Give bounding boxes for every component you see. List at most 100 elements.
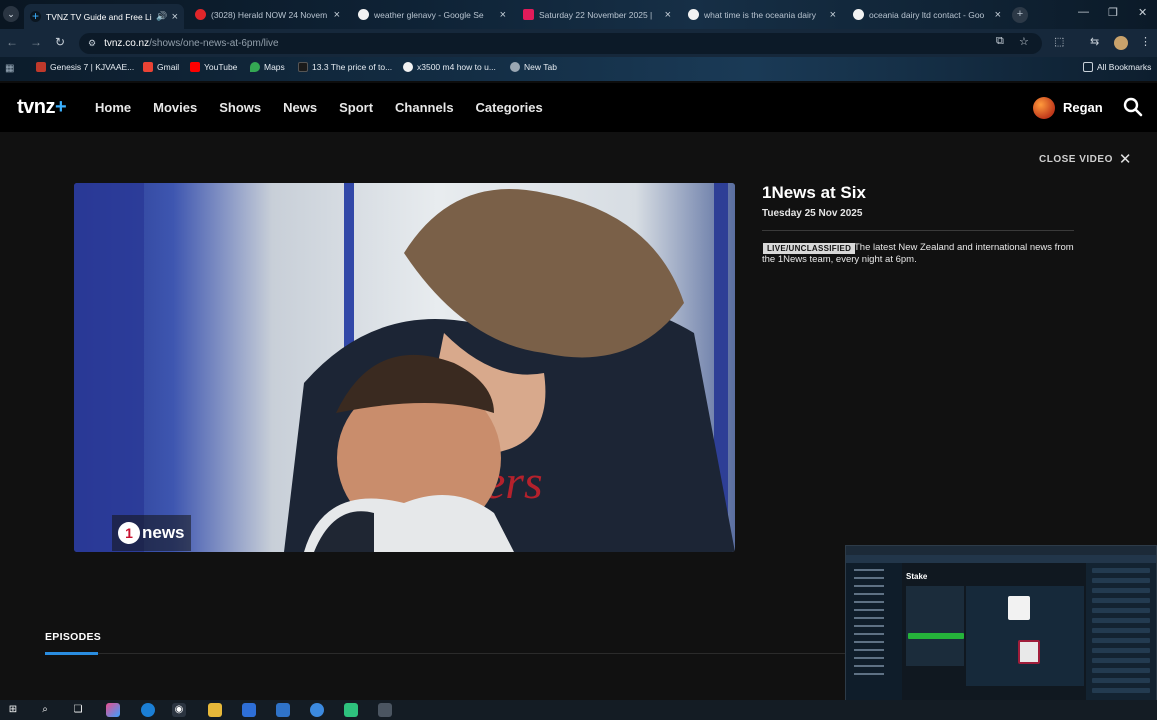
close-tab-icon[interactable]: × — [995, 9, 1001, 21]
bookmark-price[interactable]: 13.3 The price of to... — [298, 62, 392, 72]
site-header: tvnz+ Home Movies Shows News Sport Chann… — [0, 83, 1157, 132]
tab-episodes[interactable]: EPISODES — [45, 631, 101, 643]
logo-plus: + — [55, 96, 67, 118]
browser-tab-saturday[interactable]: Saturday 22 November 2025 | × — [517, 4, 677, 25]
nav-channels[interactable]: Channels — [395, 100, 454, 115]
bookmark-favicon-icon — [36, 62, 46, 72]
close-tab-icon[interactable]: × — [334, 9, 340, 21]
pip-window[interactable]: Stake — [845, 545, 1157, 713]
bookmark-x3500[interactable]: x3500 m4 how to u... — [403, 62, 496, 72]
file-explorer-icon[interactable] — [208, 703, 222, 717]
close-tab-icon[interactable]: × — [500, 9, 506, 21]
close-window-icon[interactable]: ✕ — [1138, 6, 1147, 19]
bookmarks-bar: ▦ Genesis 7 | KJVAAE... Gmail YouTube Ma… — [0, 57, 1157, 81]
video-frame-image: ers — [74, 183, 735, 552]
menu-kebab-icon[interactable]: ⋮ — [1140, 35, 1151, 48]
store-icon[interactable] — [242, 703, 256, 717]
windows-start-icon[interactable]: ⊞ — [6, 703, 20, 717]
1news-watermark: 1 news — [112, 515, 191, 551]
nav-categories[interactable]: Categories — [476, 100, 543, 115]
nav-home[interactable]: Home — [95, 100, 131, 115]
bookmark-maps[interactable]: Maps — [250, 62, 285, 72]
browser-tab-oceania-contact[interactable]: oceania dairy ltd contact - Goo × — [847, 4, 1007, 25]
all-bookmarks[interactable]: All Bookmarks — [1083, 62, 1151, 72]
tabs-underline — [45, 653, 845, 654]
video-favicon-icon — [523, 9, 534, 20]
close-icon: ✕ — [1118, 151, 1132, 168]
1news-logo-icon: 1 — [118, 522, 140, 544]
close-tab-icon[interactable]: × — [665, 9, 671, 21]
minimize-icon[interactable]: — — [1078, 6, 1089, 18]
new-tab-icon[interactable]: + — [1012, 7, 1028, 23]
tab-title: what time is the oceania dairy — [704, 9, 816, 20]
taskbar: ⊞ ⌕ ❏ ◉ — [0, 700, 1157, 720]
all-bookmarks-label: All Bookmarks — [1097, 62, 1152, 72]
nav-news[interactable]: News — [283, 100, 317, 115]
bookmark-label: Gmail — [157, 62, 180, 72]
close-tab-icon[interactable]: × — [172, 11, 178, 23]
camera-icon[interactable] — [378, 703, 392, 717]
forward-icon[interactable]: → — [30, 35, 42, 49]
user-avatar[interactable] — [1033, 97, 1055, 119]
gmail-icon — [143, 62, 153, 72]
bookmark-label: YouTube — [204, 62, 238, 72]
bookmark-new-tab[interactable]: New Tab — [510, 62, 557, 72]
google-icon — [403, 62, 413, 72]
youtube-favicon-icon — [195, 9, 206, 20]
new-tab-favicon-icon — [510, 62, 520, 72]
tab-favicon-icon: + — [30, 9, 41, 23]
user-name[interactable]: Regan — [1063, 100, 1103, 115]
app-icon[interactable] — [344, 703, 358, 717]
edge-icon[interactable] — [141, 703, 155, 717]
bookmark-label: 13.3 The price of to... — [312, 62, 393, 72]
browser-tab-weather[interactable]: weather glenavy - Google Se × — [352, 4, 512, 25]
show-title: 1News at Six — [762, 183, 866, 202]
bookmark-gmail[interactable]: Gmail — [143, 62, 179, 72]
close-video-button[interactable]: CLOSE VIDEO ✕ — [1039, 150, 1132, 168]
show-date: Tuesday 25 Nov 2025 — [762, 208, 863, 219]
pip-addressbar — [846, 555, 1156, 563]
tab-title: weather glenavy - Google Se — [374, 9, 484, 20]
tab-search-menu-icon[interactable]: ⌄ — [3, 6, 19, 22]
bookmark-label: Genesis 7 | KJVAAE... — [50, 62, 135, 72]
browser-tab-strip: ⌄ + TVNZ TV Guide and Free Li 🔊 × (3028)… — [0, 0, 1157, 29]
browser-tab-oceania-time[interactable]: what time is the oceania dairy × — [682, 4, 842, 25]
task-view-icon[interactable]: ❏ — [71, 703, 85, 717]
bookmark-star-icon[interactable]: ☆ — [1019, 35, 1029, 48]
bookmark-youtube[interactable]: YouTube — [190, 62, 237, 72]
nav-sport[interactable]: Sport — [339, 100, 373, 115]
close-tab-icon[interactable]: × — [830, 9, 836, 21]
tvnz-logo[interactable]: tvnz+ — [17, 96, 67, 119]
address-bar[interactable]: ⚙ tvnz.co.nz /shows/one-news-at-6pm/live — [79, 33, 1042, 54]
cast-icon[interactable]: ⧉ — [996, 35, 1004, 48]
profile-switch-icon[interactable]: ⇆ — [1090, 35, 1099, 48]
google-favicon-icon — [688, 9, 699, 20]
maximize-icon[interactable]: ❐ — [1108, 6, 1118, 19]
nav-movies[interactable]: Movies — [153, 100, 197, 115]
mail-icon[interactable] — [276, 703, 290, 717]
bookmark-genesis[interactable]: Genesis 7 | KJVAAE... — [36, 62, 134, 72]
speaker-icon[interactable]: 🔊 — [156, 11, 167, 22]
app-icon[interactable] — [310, 703, 324, 717]
back-icon[interactable]: ← — [6, 35, 18, 49]
video-player[interactable]: ers 1 news — [74, 183, 735, 552]
extensions-icon[interactable]: ⬚ — [1054, 35, 1064, 48]
site-info-icon[interactable]: ⚙ — [88, 38, 96, 49]
bookmark-label: x3500 m4 how to u... — [417, 62, 496, 72]
reload-icon[interactable]: ↻ — [55, 35, 65, 49]
profile-avatar-icon[interactable] — [1114, 36, 1128, 50]
nav-shows[interactable]: Shows — [219, 100, 261, 115]
copilot-icon[interactable] — [106, 703, 120, 717]
close-video-label: CLOSE VIDEO — [1039, 153, 1113, 165]
maps-pin-icon — [250, 62, 260, 72]
pip-title: Stake — [906, 572, 928, 581]
browser-tab-herald[interactable]: (3028) Herald NOW 24 Novem × — [189, 4, 346, 25]
pip-chat-panel — [1086, 563, 1156, 712]
chrome-taskbar-icon[interactable]: ◉ — [172, 703, 186, 717]
apps-grid-icon[interactable]: ▦ — [5, 63, 14, 74]
taskbar-search-icon[interactable]: ⌕ — [38, 703, 52, 717]
search-icon[interactable] — [1123, 97, 1143, 117]
browser-tab-tvnz[interactable]: + TVNZ TV Guide and Free Li 🔊 × — [24, 4, 184, 29]
url-path: /shows/one-news-at-6pm/live — [149, 38, 279, 49]
pip-card-icon — [1008, 596, 1030, 620]
